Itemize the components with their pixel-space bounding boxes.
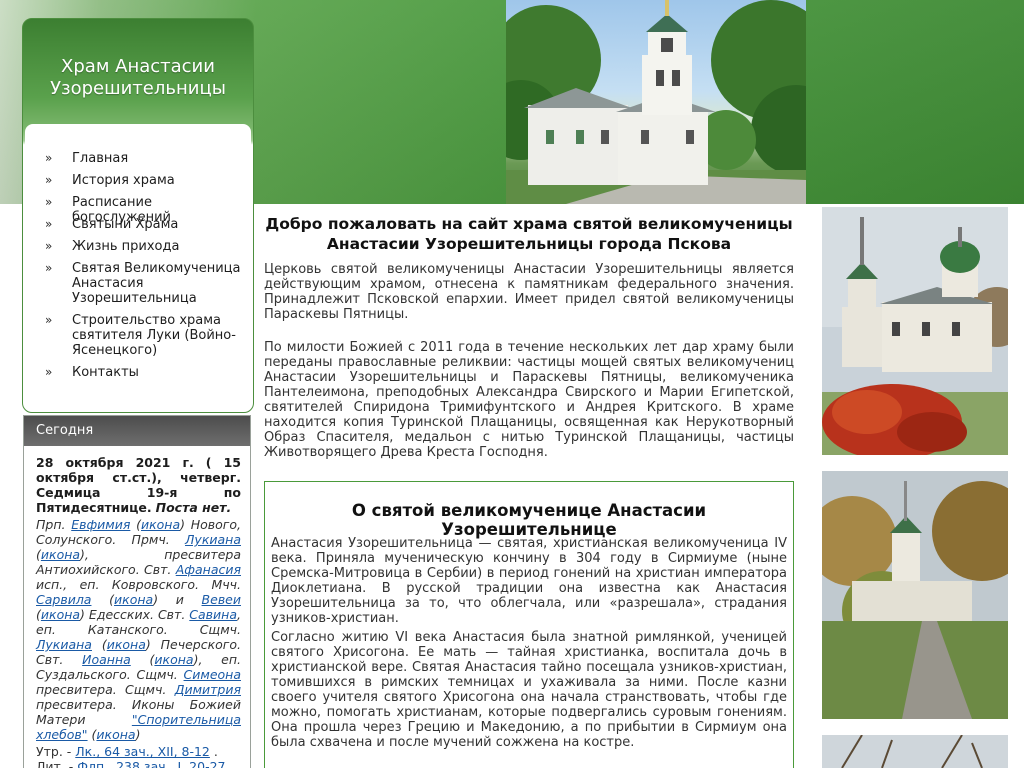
bullet-icon: » — [45, 217, 53, 231]
reading-liturgy: Лит. - Флп., 238 зач., I, 20-27 — [36, 759, 241, 768]
saint-link[interactable]: Лукиана — [185, 532, 241, 547]
left-column: Храм Анастасии Узорешительницы » Главная… — [0, 0, 255, 768]
welcome-heading: Добро пожаловать на сайт храма святой ве… — [265, 215, 793, 253]
bullet-icon: » — [45, 195, 53, 209]
church-photo-1 — [822, 207, 1008, 455]
saint-link[interactable]: Савина — [189, 607, 237, 622]
today-header: Сегодня — [24, 416, 250, 446]
bullet-icon: » — [45, 239, 53, 253]
today-panel: Сегодня 28 октября 2021 г. ( 15 октября … — [23, 415, 251, 768]
bullet-icon: » — [45, 365, 53, 379]
saints-text: ) и — [153, 592, 202, 607]
icon-link[interactable]: икона — [141, 517, 180, 532]
church-photo-1-image — [822, 207, 1008, 455]
church-photo-2-image — [822, 471, 1008, 719]
header-church-photo — [506, 0, 806, 204]
nav-item-label: Строительство храма святителя Луки (Войн… — [72, 313, 236, 358]
reading-tail: . — [209, 744, 218, 759]
saints-text: Прп. — [36, 517, 72, 532]
nav-item-label: Контакты — [72, 365, 139, 380]
saint-link[interactable]: Сарвила — [36, 592, 91, 607]
saint-link[interactable]: Вевеи — [202, 592, 241, 607]
about-paragraph-1: Анастасия Узорешительница — святая, хрис… — [271, 536, 787, 626]
today-date-line: 28 октября 2021 г. ( 15 октября ст.ст.),… — [36, 455, 241, 515]
nav-item-label: История храма — [72, 173, 175, 188]
intro-paragraph: Церковь святой великомученицы Анастасии … — [264, 262, 794, 322]
site-title: Храм Анастасии Узорешительницы — [50, 56, 226, 99]
about-paragraph-2: Согласно житию VI века Анастасия была зн… — [271, 630, 787, 750]
saints-text: пресвитера. Сщмч. — [36, 682, 175, 697]
icon-link[interactable]: икона — [41, 547, 80, 562]
saint-link[interactable]: Афанасия — [176, 562, 241, 577]
bullet-icon: » — [45, 261, 53, 275]
saints-text: ( — [91, 637, 107, 652]
icon-link[interactable]: икона — [41, 607, 80, 622]
reading-label: Лит. - — [36, 759, 78, 768]
saints-text: ) — [135, 727, 141, 742]
saints-text: исп., еп. Ковровского. Мчч. — [36, 577, 241, 592]
about-title: О святой великомученице Анастасии Узореш… — [351, 501, 707, 539]
reading-morning: Утр. - Лк., 64 зач., XII, 8-12 . — [36, 744, 241, 759]
nav-item-label: Святая Великомученица Анастасия Узорешит… — [72, 261, 241, 306]
bullet-icon: » — [45, 313, 53, 327]
bullet-icon: » — [45, 151, 53, 165]
reading-label: Утр. - — [36, 744, 76, 759]
nav-item-label: Жизнь прихода — [72, 239, 180, 254]
church-photo-3 — [822, 735, 1008, 768]
today-body: 28 октября 2021 г. ( 15 октября ст.ст.),… — [36, 455, 241, 768]
nav-item-label: Святыни Храма — [72, 217, 179, 232]
reading-link[interactable]: Флп., 238 зач., I, 20-27 — [77, 759, 225, 768]
saints-text: ( — [130, 652, 155, 667]
about-saint-box: О святой великомученице Анастасии Узореш… — [264, 481, 794, 768]
saint-link[interactable]: Евфимия — [71, 517, 130, 532]
saints-text: ) Едесских. Свт. — [80, 607, 190, 622]
saints-of-day: Прп. Евфимия (икона) Нового, Солунского.… — [36, 517, 241, 742]
church-photo-3-image — [822, 735, 1008, 768]
bullet-icon: » — [45, 173, 53, 187]
church-photo-2 — [822, 471, 1008, 719]
reading-link[interactable]: Лк., 64 зач., XII, 8-12 — [75, 744, 210, 759]
saints-text: ( — [91, 592, 115, 607]
icon-link[interactable]: икона — [107, 637, 146, 652]
saint-link[interactable]: Димитрия — [175, 682, 241, 697]
nav-item-label: Главная — [72, 151, 129, 166]
readings: Утр. - Лк., 64 зач., XII, 8-12 . Лит. - … — [36, 744, 241, 768]
saint-link[interactable]: Симеона — [184, 667, 241, 682]
saint-link[interactable]: Лукиана — [36, 637, 92, 652]
saint-link[interactable]: Иоанна — [82, 652, 131, 667]
main-navigation: » Главная » История храма » Расписание б… — [25, 124, 251, 410]
icon-link[interactable]: икона — [96, 727, 135, 742]
saints-text: ( — [130, 517, 141, 532]
icon-link[interactable]: икона — [114, 592, 153, 607]
icon-link[interactable]: икона — [154, 652, 193, 667]
church-illustration — [506, 0, 806, 204]
fasting-status: Поста нет. — [155, 500, 232, 515]
relics-paragraph: По милости Божией с 2011 года в течение … — [264, 340, 794, 460]
